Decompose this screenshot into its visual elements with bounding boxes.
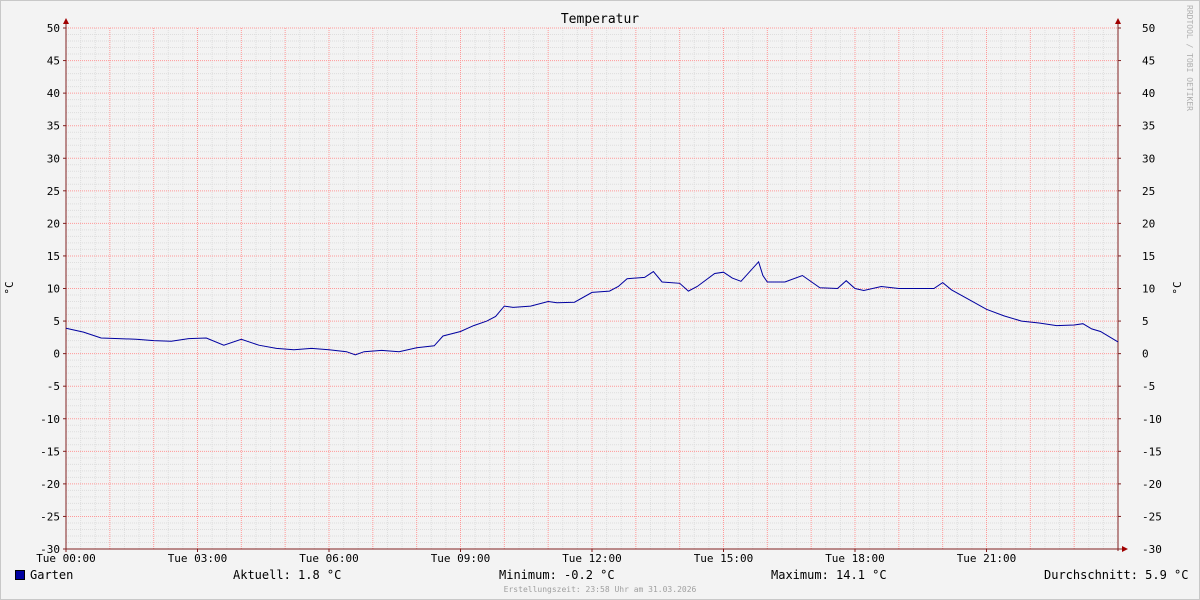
legend-maximum: Maximum: 14.1 °C [771, 568, 887, 582]
y-tick-label-right: -5 [1142, 380, 1155, 393]
y-tick-label-left: 25 [47, 185, 60, 198]
legend-minimum: Minimum: -0.2 °C [499, 568, 615, 582]
y-tick-label-left: 40 [47, 87, 60, 100]
y-tick-label-right: -30 [1142, 543, 1162, 556]
y-tick-label-right: 20 [1142, 217, 1155, 230]
y-tick-label-left: 5 [53, 315, 60, 328]
legend-series-name: Garten [30, 568, 74, 582]
y-tick-label-right: 40 [1142, 87, 1155, 100]
y-tick-label-right: 10 [1142, 283, 1155, 296]
y-tick-label-right: -10 [1142, 413, 1162, 426]
rrdtool-watermark: RRDTOOL / TOBI OETIKER [1185, 5, 1194, 111]
y-axis-arrow-right [1115, 18, 1121, 24]
x-tick-label: Tue 12:00 [562, 552, 622, 565]
y-tick-label-left: 0 [53, 348, 60, 361]
y-tick-label-left: -20 [40, 478, 60, 491]
y-tick-label-right: -15 [1142, 445, 1162, 458]
legend-swatch-garten [15, 570, 25, 580]
y-tick-label-left: -25 [40, 510, 60, 523]
y-tick-label-left: -15 [40, 445, 60, 458]
x-tick-label: Tue 18:00 [825, 552, 885, 565]
y-tick-label-left: 20 [47, 217, 60, 230]
y-tick-label-left: 15 [47, 250, 60, 263]
legend-current: Aktuell: 1.8 °C [233, 568, 342, 582]
axes [63, 18, 1128, 552]
y-axis-arrow-left [63, 18, 69, 24]
y-axis-unit-left: °C [3, 281, 16, 294]
temperature-chart: Temperatur °C °C RRDTOOL / TOBI OETIKER … [3, 5, 1194, 565]
y-tick-label-left: 45 [47, 55, 60, 68]
x-tick-label: Tue 03:00 [168, 552, 228, 565]
footer-timestamp: Erstellungszeit: 23:58 Uhr am 31.03.2026 [503, 585, 697, 594]
y-tick-label-right: 15 [1142, 250, 1155, 263]
y-tick-label-right: -20 [1142, 478, 1162, 491]
tick-labels: 50 5045 4540 4035 3530 3025 2520 2015 1510 105 50 0… [36, 22, 1162, 565]
x-tick-label: Tue 00:00 [36, 552, 96, 565]
y-tick-label-right: 50 [1142, 22, 1155, 35]
y-tick-label-right: 25 [1142, 185, 1155, 198]
y-axis-unit-right: °C [1171, 281, 1184, 294]
x-tick-label: Tue 09:00 [431, 552, 491, 565]
x-axis-arrow [1122, 546, 1128, 552]
x-tick-label: Tue 21:00 [957, 552, 1017, 565]
y-tick-label-left: 35 [47, 120, 60, 133]
grid [66, 27, 1118, 550]
y-tick-label-left: 30 [47, 152, 60, 165]
y-tick-label-left: 50 [47, 22, 60, 35]
y-tick-label-right: 0 [1142, 348, 1149, 361]
y-tick-label-left: -10 [40, 413, 60, 426]
y-tick-label-left: -5 [47, 380, 60, 393]
y-tick-label-right: 35 [1142, 120, 1155, 133]
y-tick-label-left: 10 [47, 283, 60, 296]
y-tick-label-right: -25 [1142, 510, 1162, 523]
x-tick-label: Tue 06:00 [299, 552, 359, 565]
legend-average: Durchschnitt: 5.9 °C [1044, 568, 1189, 582]
y-tick-label-right: 5 [1142, 315, 1149, 328]
chart-title: Temperatur [561, 12, 639, 27]
y-tick-label-right: 45 [1142, 55, 1155, 68]
y-tick-label-right: 30 [1142, 152, 1155, 165]
x-tick-label: Tue 15:00 [694, 552, 754, 565]
